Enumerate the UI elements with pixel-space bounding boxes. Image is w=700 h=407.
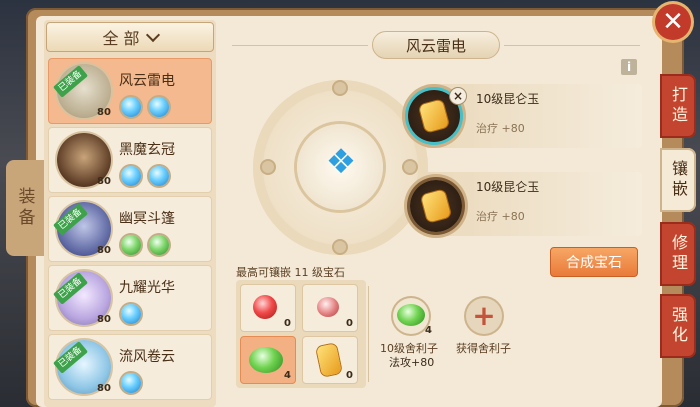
combine-gem-button[interactable]: 合成宝石 (550, 247, 638, 277)
obtain-gem-button[interactable]: + (466, 298, 502, 334)
tab-repair[interactable]: 修理 (660, 222, 696, 286)
equipment-item-2[interactable]: 80 黑魔玄冠 (48, 127, 212, 193)
equipment-item-3[interactable]: 已装备 80 幽冥斗篷 (48, 196, 212, 262)
info-icon[interactable]: i (621, 59, 637, 75)
item-name: 风云雷电 (119, 73, 175, 89)
filter-dropdown[interactable]: 全 部 (46, 22, 214, 52)
yellow-gem-icon (316, 343, 342, 377)
socket-gem-attr: 治疗 +80 (476, 210, 525, 223)
filter-label: 全 部 (102, 29, 140, 48)
blue-gem-icon (121, 373, 141, 393)
inventory-slot[interactable]: 0 (302, 336, 358, 384)
inventory-slot[interactable]: 0 (240, 284, 296, 332)
inventory-slot[interactable]: 0 (302, 284, 358, 332)
socket-gem-name: 10级昆仑玉 (476, 92, 540, 106)
green-gem-icon (249, 347, 283, 373)
gem-inventory: 0 0 4 0 (236, 280, 366, 388)
green-gem-icon (149, 235, 169, 255)
item-name: 黑魔玄冠 (119, 142, 175, 158)
socket-gem-attr: 治疗 +80 (476, 122, 525, 135)
title-divider (504, 45, 640, 46)
red-gem-icon (253, 295, 277, 319)
socketed-gem-2[interactable] (410, 180, 462, 232)
equipment-item-1[interactable]: 已装备 80 风云雷电 (48, 58, 212, 124)
selected-gem-attr: 法攻+80 (389, 356, 435, 369)
item-level: 80 (97, 245, 111, 256)
socket-gem-name: 10级昆仑玉 (476, 180, 540, 194)
equipment-item-4[interactable]: 已装备 80 九耀光华 (48, 265, 212, 331)
tab-enhance[interactable]: 强化 (660, 294, 696, 358)
blue-gem-icon (121, 304, 141, 324)
yellow-gem-icon (418, 99, 450, 133)
ring-node (404, 161, 416, 173)
item-level: 80 (97, 314, 111, 325)
equipment-title: 风云雷电 (372, 31, 500, 59)
tab-inlay[interactable]: 镶嵌 (660, 148, 696, 212)
title-divider (232, 45, 368, 46)
chevron-down-icon (145, 27, 160, 43)
blue-gem-icon (149, 97, 169, 117)
inventory-divider (368, 286, 369, 382)
item-count: 0 (346, 318, 353, 329)
green-gem-icon (121, 235, 141, 255)
item-name: 幽冥斗篷 (119, 211, 175, 227)
tab-forge[interactable]: 打造 (660, 74, 696, 138)
ring-node (334, 82, 346, 94)
tab-equipment[interactable]: 装备 (6, 160, 44, 256)
item-count: 4 (284, 370, 291, 381)
ring-node (262, 161, 274, 173)
item-name: 九耀光华 (119, 280, 175, 296)
fan-icon: ❖ (325, 142, 357, 182)
item-count: 0 (284, 318, 291, 329)
obtain-gem-label: 获得舍利子 (456, 342, 511, 355)
remove-gem-button[interactable]: × (450, 88, 466, 104)
item-level: 80 (97, 383, 111, 394)
pink-gem-icon (317, 297, 339, 317)
selected-gem-count: 4 (425, 325, 432, 336)
item-level: 80 (97, 107, 111, 118)
item-name: 流风卷云 (119, 349, 175, 365)
blue-gem-icon (149, 166, 169, 186)
blue-gem-icon (121, 166, 141, 186)
blue-gem-icon (121, 97, 141, 117)
max-inlay-label: 最高可镶嵌 11 级宝石 (236, 266, 345, 279)
item-level: 80 (97, 176, 111, 187)
green-gem-icon (397, 304, 425, 326)
equipment-item-5[interactable]: 已装备 80 流风卷云 (48, 334, 212, 400)
ring-node (334, 241, 346, 253)
inventory-slot-selected[interactable]: 4 (240, 336, 296, 384)
selected-gem[interactable] (393, 298, 429, 334)
close-button[interactable]: ✕ (655, 4, 691, 40)
yellow-gem-icon (420, 189, 452, 223)
item-count: 0 (346, 370, 353, 381)
